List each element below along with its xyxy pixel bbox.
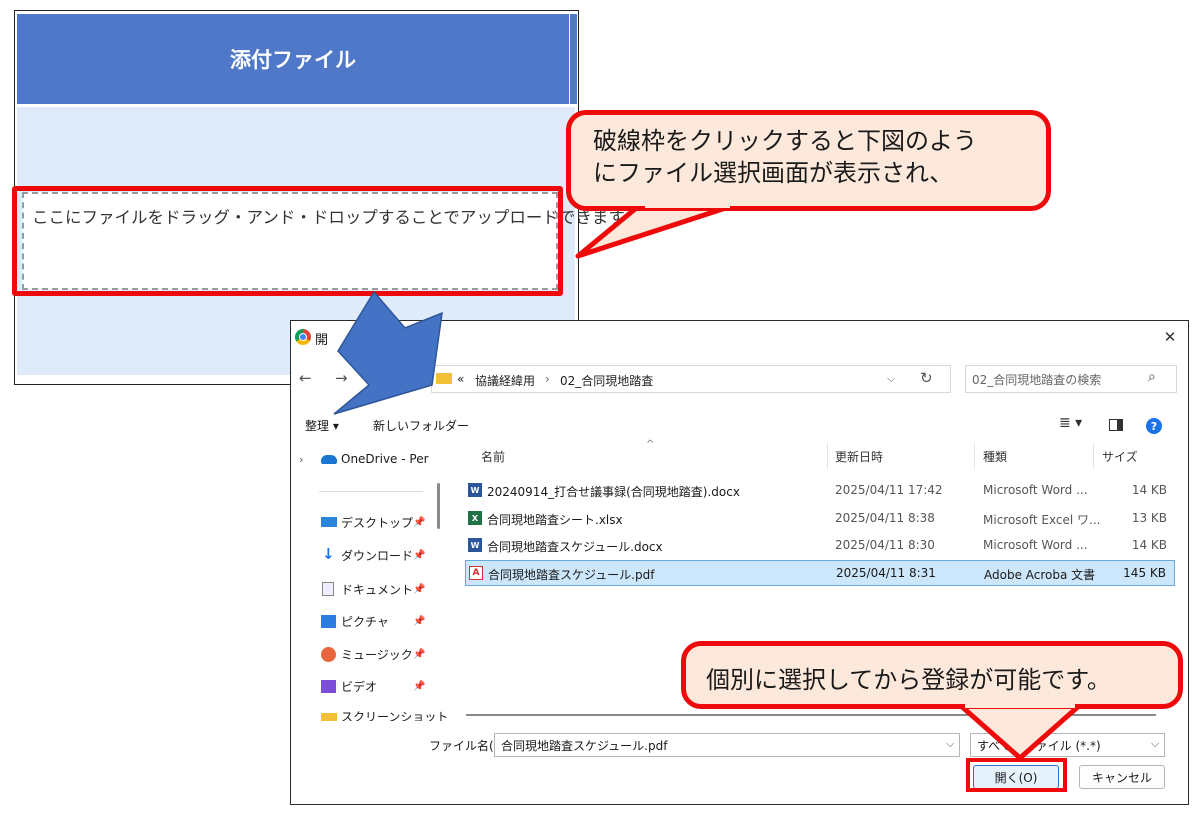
pdf-icon: A [469,566,483,580]
filename-value: 合同現地踏査スケジュール.pdf [501,738,668,753]
column-header-modified[interactable]: 更新日時 [835,448,883,465]
column-separator [827,443,828,469]
search-input[interactable]: 02_合同現地踏査の検索 [965,365,1177,393]
file-modified: 2025/04/11 17:42 [835,483,943,497]
pin-icon: 📌 [413,517,426,528]
sort-ascending-icon: ^ [646,439,655,450]
file-type: Microsoft Word ... [983,483,1088,497]
help-icon[interactable]: ? [1146,418,1162,434]
column-separator [974,443,975,469]
pin-icon: 📌 [413,550,426,561]
close-icon[interactable]: ✕ [1157,325,1183,349]
callout-join [645,198,730,208]
back-arrow-icon[interactable]: ← [299,369,312,387]
sidebar-item-videos[interactable]: ビデオ [341,678,377,695]
chrome-icon [295,329,311,345]
file-name: 20240914_打合せ議事録(合同現地踏査).docx [487,485,740,499]
sidebar-item-desktop[interactable]: デスクトップ [341,514,413,531]
column-separator [1093,443,1094,469]
address-bar[interactable]: « 協議経緯用 › 02_合同現地踏査 ⌵ ↻ [431,365,951,393]
chevron-down-icon[interactable]: ⌵ [946,737,954,751]
open-button-highlight [966,758,1067,792]
breadcrumb-separator: › [545,372,550,386]
refresh-icon[interactable]: ↻ [920,369,933,387]
folder-icon [321,713,337,721]
callout-bottom: 個別に選択してから登録が可能です。 [681,641,1183,709]
search-placeholder: 02_合同現地踏査の検索 [972,372,1102,387]
sidebar-item-onedrive[interactable]: OneDrive - Pers [341,452,429,466]
file-open-dialog: 開 ✕ ← → « 協議経緯用 › 02_合同現地踏査 ⌵ ↻ 02_合同現地踏… [290,320,1189,805]
sidebar-item-downloads[interactable]: ダウンロード [341,547,413,564]
forward-arrow-icon[interactable]: → [335,369,348,387]
file-type: Adobe Acroba 文書 [984,568,1096,582]
organize-button[interactable]: 整理 ▾ [305,417,339,434]
column-header-name[interactable]: 名前 [481,448,505,465]
file-row[interactable]: X 合同現地踏査シート.xlsx 2025/04/11 8:38 Microso… [465,505,1175,531]
callout-top-line1: 破線枠をクリックすると下図のよう [593,127,977,155]
sidebar-scrollbar[interactable] [437,483,440,529]
chevron-down-icon[interactable]: ⌵ [887,372,895,386]
file-name: 合同現地踏査シート.xlsx [487,513,623,527]
pin-icon: 📌 [413,616,426,627]
file-size: 145 KB [1123,566,1166,580]
word-icon: W [468,483,482,497]
document-icon [322,582,334,596]
file-name: 合同現地踏査スケジュール.pdf [488,568,655,582]
file-name: 合同現地踏査スケジュール.docx [487,540,663,554]
callout-top: 破線枠をクリックすると下図のよう にファイル選択画面が表示され、 [566,110,1051,211]
sidebar-item-screenshots[interactable]: スクリーンショット [341,708,448,721]
breadcrumb-current[interactable]: 02_合同現地踏査 [560,372,653,389]
pin-icon: 📌 [413,681,426,692]
file-type-filter[interactable]: すべてのファイル (*.*) [970,733,1165,757]
video-icon [321,680,336,693]
new-folder-button[interactable]: 新しいフォルダー [373,417,469,434]
excel-icon: X [468,511,482,525]
desktop-icon [321,517,337,527]
word-icon: W [468,538,482,552]
file-row[interactable]: W 20240914_打合せ議事録(合同現地踏査).docx 2025/04/1… [465,477,1175,503]
sidebar-item-pictures[interactable]: ピクチャ [341,613,389,630]
sidebar-divider [319,491,423,492]
callout-top-line2: にファイル選択画面が表示され、 [593,159,954,187]
horizontal-scrollbar[interactable] [466,714,1156,716]
onedrive-icon [321,455,337,464]
file-modified: 2025/04/11 8:31 [836,566,936,580]
sidebar-item-documents[interactable]: ドキュメント [341,581,413,598]
file-type: Microsoft Excel ワ... [983,513,1101,527]
music-icon [321,647,336,662]
pin-icon: 📌 [413,649,426,660]
sidebar-item-music[interactable]: ミュージック [341,646,413,663]
cancel-button[interactable]: キャンセル [1079,765,1165,789]
search-icon: ⌕ [1148,369,1156,385]
column-header-size[interactable]: サイズ [1102,448,1138,465]
file-modified: 2025/04/11 8:38 [835,511,935,525]
filename-input[interactable]: 合同現地踏査スケジュール.pdf [494,733,960,757]
column-header-type[interactable]: 種類 [983,448,1007,465]
callout-join [965,700,1075,708]
pin-icon: 📌 [413,584,426,595]
folder-icon [436,373,452,384]
file-size: 13 KB [1131,511,1167,525]
view-menu-icon[interactable]: ≣ ▾ [1059,415,1082,431]
breadcrumb-overflow[interactable]: « [457,372,464,386]
file-row[interactable]: W 合同現地踏査スケジュール.docx 2025/04/11 8:30 Micr… [465,532,1175,558]
preview-pane-icon[interactable] [1109,419,1123,431]
file-size: 14 KB [1131,538,1167,552]
attachment-header: 添付ファイル [17,14,569,104]
breadcrumb-parent[interactable]: 協議経緯用 [475,372,535,389]
file-size: 14 KB [1131,483,1167,497]
drop-zone-highlight [12,186,563,296]
file-row-selected[interactable]: A 合同現地踏査スケジュール.pdf 2025/04/11 8:31 Adobe… [465,560,1175,586]
download-icon: ↓ [322,545,335,563]
file-type: Microsoft Word ... [983,538,1088,552]
header-edge [570,14,577,104]
expand-chevron-icon[interactable]: › [299,453,303,466]
chevron-down-icon[interactable]: ⌵ [1151,737,1159,751]
file-modified: 2025/04/11 8:30 [835,538,935,552]
dialog-title: 開 [315,333,329,348]
picture-icon [321,615,336,628]
filter-value: すべてのファイル (*.*) [977,738,1101,753]
